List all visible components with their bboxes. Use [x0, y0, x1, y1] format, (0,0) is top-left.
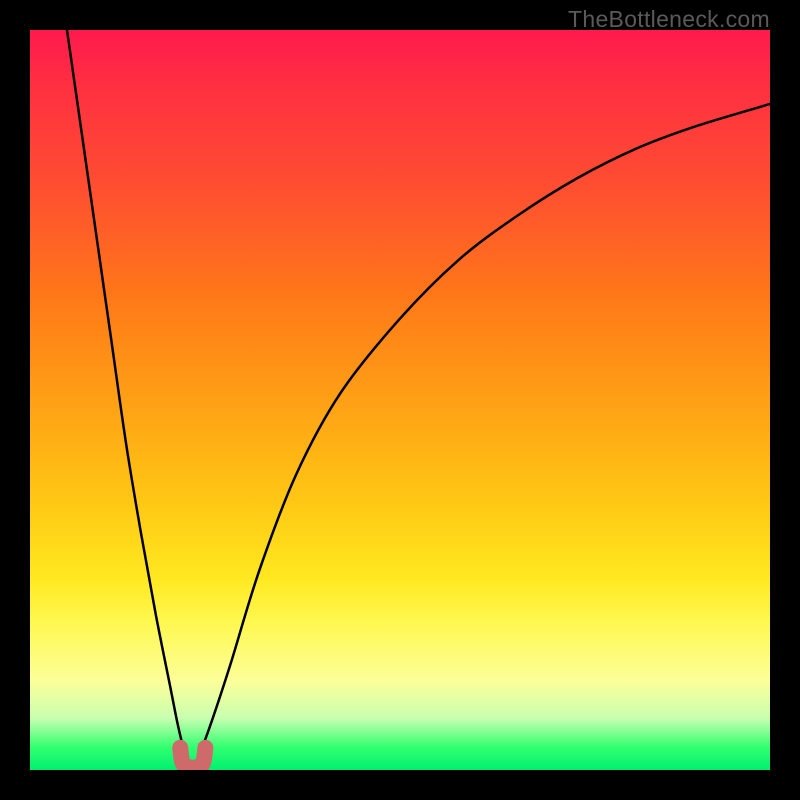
chart-frame: TheBottleneck.com [0, 0, 800, 800]
left-limb-curve [67, 30, 193, 770]
plot-area [30, 30, 770, 770]
curve-layer [30, 30, 770, 770]
right-limb-curve [193, 104, 770, 770]
minimum-marker [180, 748, 205, 768]
watermark-text: TheBottleneck.com [568, 6, 770, 33]
